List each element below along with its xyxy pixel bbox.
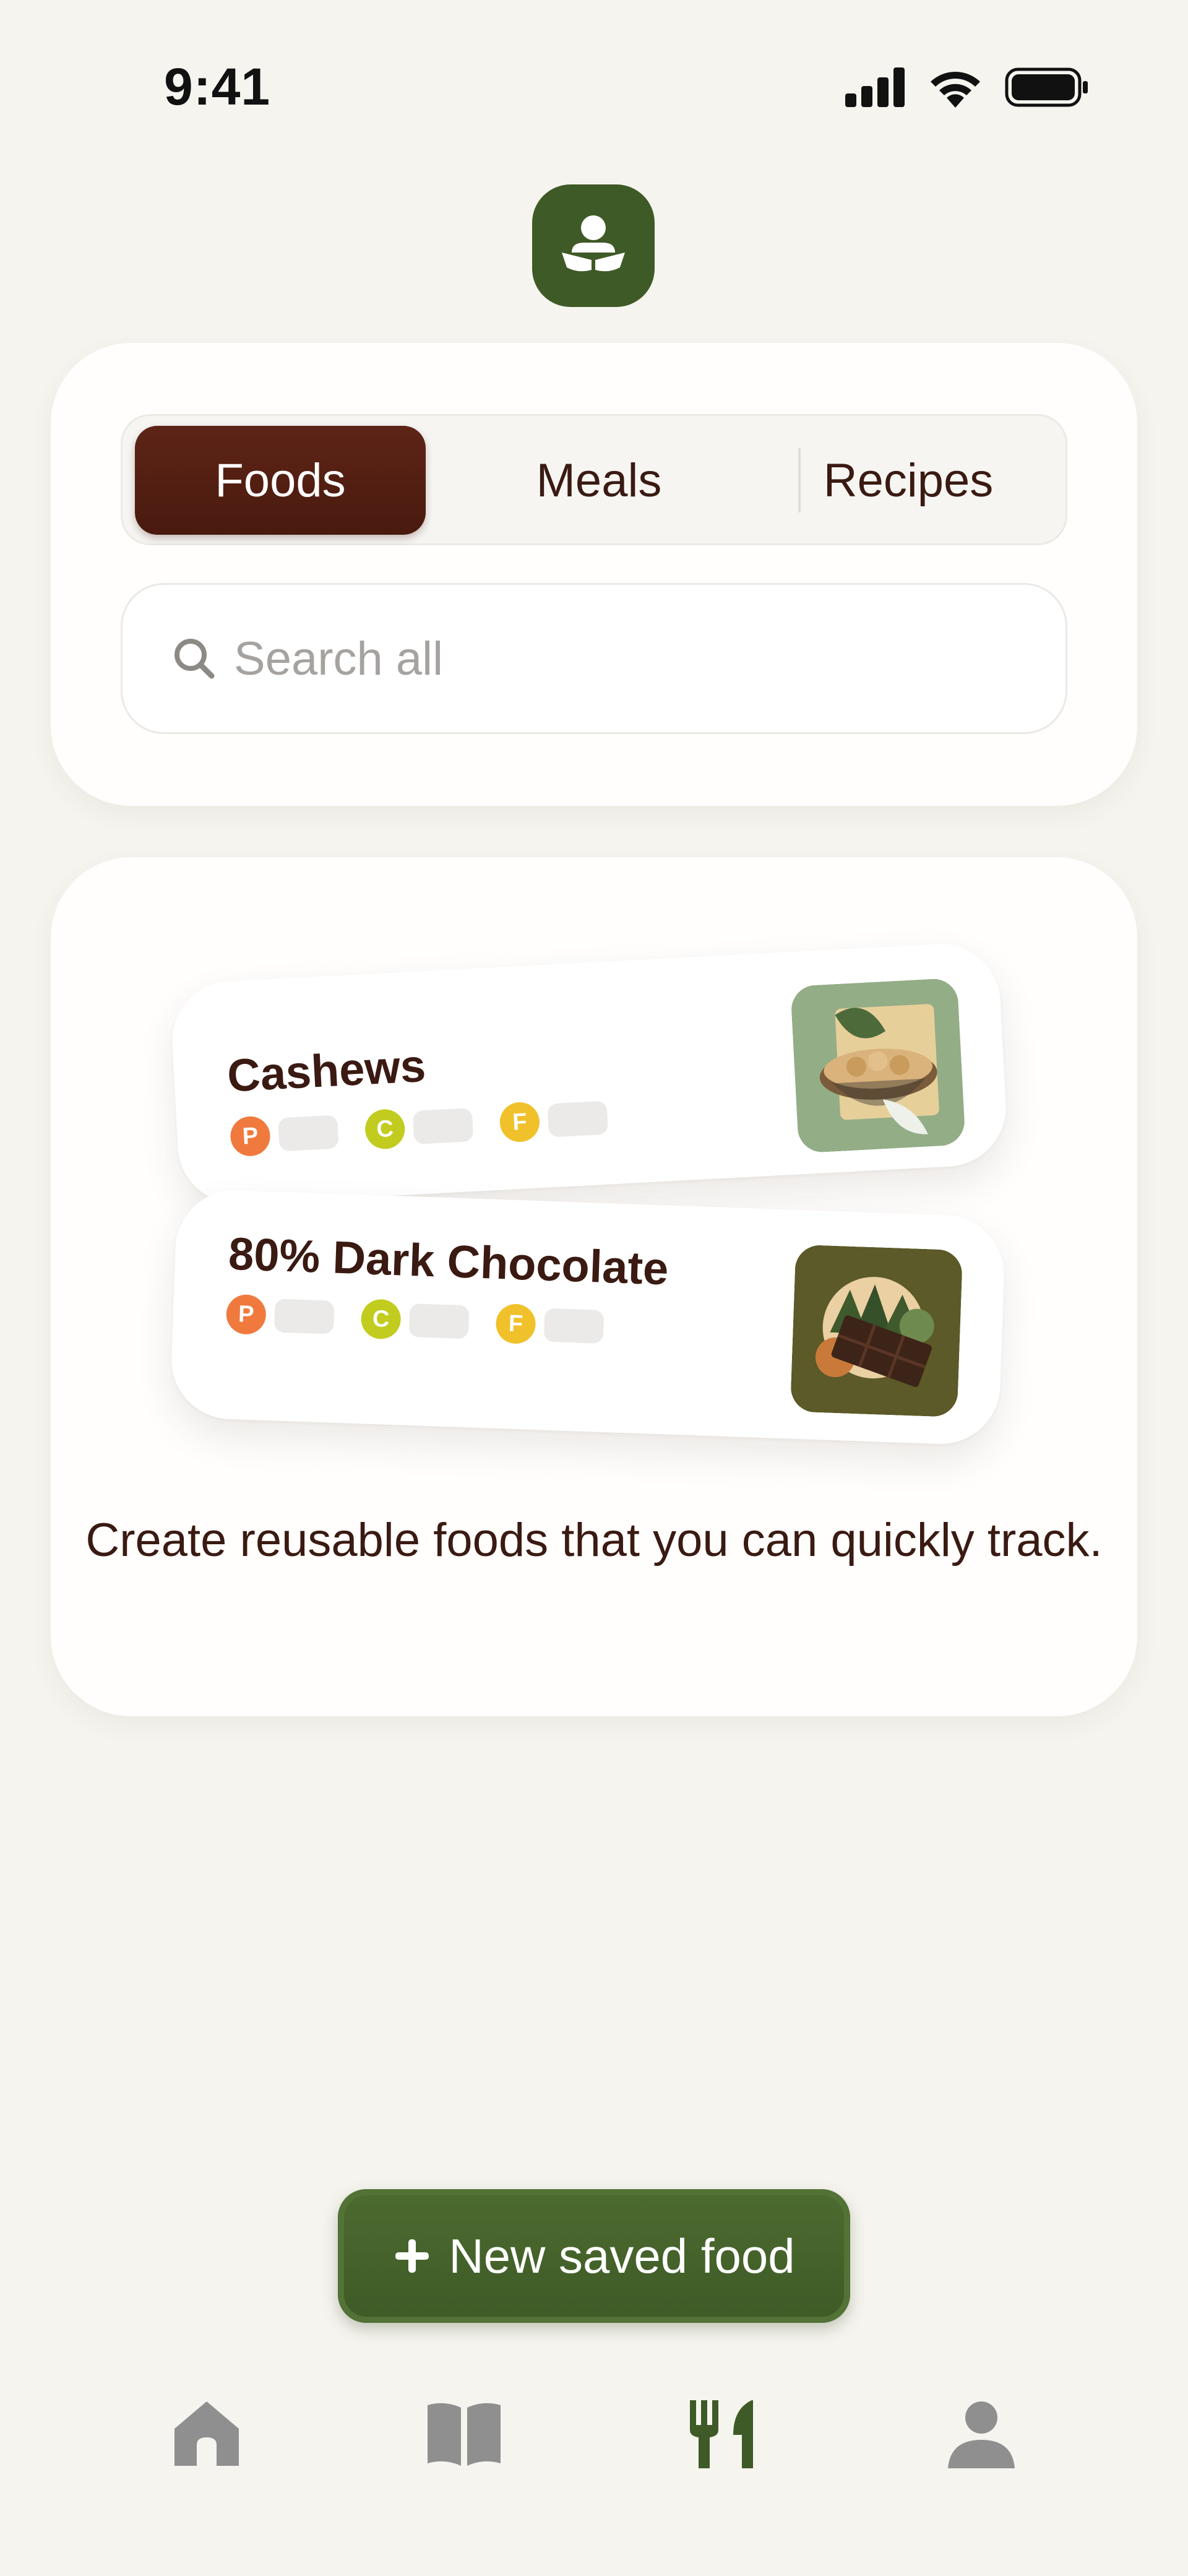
tab-meals[interactable]: Meals — [444, 426, 754, 535]
profile-icon — [948, 2401, 1015, 2468]
plus-icon — [395, 2239, 429, 2273]
macro-placeholder — [278, 1115, 339, 1152]
search-icon — [174, 639, 215, 679]
tab-home[interactable] — [157, 2384, 256, 2483]
search-placeholder: Search all — [234, 632, 443, 685]
tab-foods[interactable] — [674, 2384, 773, 2483]
carbs-badge: C — [360, 1299, 402, 1340]
status-icons — [845, 67, 1089, 108]
home-icon — [174, 2401, 239, 2466]
protein-badge: P — [229, 1115, 272, 1157]
battery-icon — [1005, 67, 1088, 107]
food-name: Cashews — [226, 1039, 427, 1102]
carbs-badge: C — [364, 1108, 406, 1151]
saved-foods-screen: 9:41 Foods Meals Recipes Search all Cash… — [0, 0, 1188, 2576]
tab-profile[interactable] — [932, 2384, 1031, 2483]
example-food-card: 80% Dark Chocolate P C F — [169, 1188, 1007, 1446]
fork-knife-icon — [690, 2400, 753, 2468]
new-saved-food-label: New saved food — [449, 2228, 795, 2283]
status-time: 9:41 — [164, 58, 271, 116]
fat-badge: F — [499, 1101, 541, 1143]
wifi-icon — [931, 72, 980, 108]
library-tabs: Foods Meals Recipes — [121, 414, 1067, 545]
fat-badge: F — [495, 1303, 536, 1345]
food-name: 80% Dark Chocolate — [227, 1227, 669, 1295]
library-controls-card: Foods Meals Recipes Search all — [51, 343, 1137, 806]
book-icon — [428, 2403, 501, 2466]
empty-state-caption: Create reusable foods that you can quick… — [85, 1514, 1103, 1567]
empty-state-card: Cashews P C F 80% Dark Chocolate P C F C… — [51, 857, 1137, 1716]
search-input[interactable]: Search all — [121, 583, 1067, 734]
macro-placeholder — [273, 1299, 335, 1334]
cellular-signal-icon — [845, 67, 905, 107]
example-food-card: Cashews P C F — [169, 941, 1009, 1207]
dark-chocolate-image — [790, 1244, 963, 1417]
macro-placeholder — [408, 1303, 470, 1339]
protein-badge: P — [225, 1294, 267, 1335]
reader-logo-icon — [562, 215, 625, 272]
macro-row: P C F — [229, 1097, 627, 1157]
cashew-bowl-image — [790, 977, 966, 1154]
bottom-tab-bar — [0, 2384, 1188, 2483]
app-logo — [532, 184, 655, 307]
tab-recipes[interactable]: Recipes — [760, 426, 1057, 535]
macro-placeholder — [412, 1107, 474, 1144]
tab-journal[interactable] — [415, 2384, 514, 2483]
macro-placeholder — [547, 1100, 609, 1138]
new-saved-food-button[interactable]: New saved food — [338, 2189, 850, 2323]
macro-row: P C F — [225, 1294, 623, 1347]
tab-foods[interactable]: Foods — [135, 426, 426, 535]
macro-placeholder — [543, 1308, 605, 1344]
